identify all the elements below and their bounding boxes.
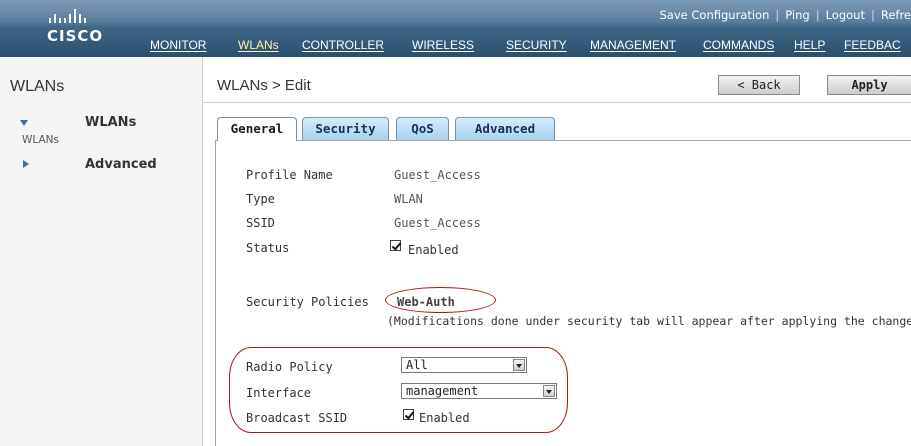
- back-button[interactable]: < Back: [718, 75, 800, 95]
- save-configuration-link[interactable]: Save Configuration: [660, 8, 770, 22]
- tab-general[interactable]: General: [217, 117, 297, 141]
- security-policies-label: Security Policies: [246, 295, 369, 309]
- cisco-logo-text: CISCO: [47, 27, 104, 45]
- cisco-logo: CISCO: [47, 9, 122, 51]
- ssid-label: SSID: [246, 216, 275, 230]
- sidebar-title: WLANs: [10, 78, 65, 95]
- profile-name-label: Profile Name: [246, 168, 333, 182]
- nav-monitor[interactable]: MONITOR: [150, 38, 206, 52]
- logout-link[interactable]: Logout: [826, 8, 865, 22]
- highlight-ring-security: [385, 287, 496, 313]
- nav-management[interactable]: MANAGEMENT: [590, 38, 676, 52]
- collapsed-arrow-icon[interactable]: [23, 160, 29, 168]
- apply-button[interactable]: Apply: [827, 75, 911, 95]
- cisco-logo-bars: [49, 9, 122, 23]
- type-label: Type: [246, 192, 275, 206]
- chevron-down-icon[interactable]: [543, 385, 555, 397]
- nav-feedback[interactable]: FEEDBAC: [844, 38, 901, 52]
- broadcast-ssid-label: Broadcast SSID: [246, 411, 348, 425]
- type-value: WLAN: [394, 192, 423, 206]
- tab-qos[interactable]: QoS: [396, 117, 449, 140]
- nav-wlans[interactable]: WLANs: [238, 38, 279, 52]
- broadcast-ssid-enabled-label: Enabled: [419, 411, 470, 425]
- interface-selected-value: management: [406, 384, 479, 398]
- sidebar: WLANs WLANs WLANs Advanced: [0, 57, 203, 446]
- chevron-down-icon[interactable]: [513, 359, 525, 371]
- nav-commands[interactable]: COMMANDS: [703, 38, 774, 52]
- ssid-value: Guest_Access: [394, 216, 481, 230]
- ping-link[interactable]: Ping: [785, 8, 809, 22]
- radio-policy-label: Radio Policy: [246, 360, 333, 374]
- tab-security[interactable]: Security: [302, 117, 389, 140]
- profile-name-value: Guest_Access: [394, 168, 481, 182]
- radio-policy-selected-value: All: [406, 358, 428, 372]
- refresh-link[interactable]: Refre: [881, 8, 911, 22]
- sidebar-item-wlans[interactable]: WLANs: [85, 115, 136, 130]
- top-links: Save Configuration | Ping | Logout | Refre: [659, 8, 911, 22]
- sidebar-subitem-wlans[interactable]: WLANs: [22, 134, 59, 146]
- interface-label: Interface: [246, 386, 312, 400]
- expanded-arrow-icon[interactable]: [20, 120, 28, 126]
- page-title: WLANs > Edit: [217, 77, 311, 94]
- status-label: Status: [246, 241, 290, 255]
- radio-policy-select[interactable]: All: [401, 357, 527, 373]
- broadcast-ssid-enabled-checkbox[interactable]: [403, 409, 414, 420]
- status-enabled-label: Enabled: [408, 243, 459, 257]
- nav-help[interactable]: HELP: [794, 38, 825, 52]
- title-divider: [203, 102, 911, 103]
- nav-wireless[interactable]: WIRELESS: [412, 38, 474, 52]
- status-enabled-checkbox[interactable]: [390, 240, 401, 251]
- top-header: CISCO Save Configuration | Ping | Logout | Ref…: [0, 0, 911, 57]
- nav-security[interactable]: SECURITY: [506, 38, 567, 52]
- nav-controller[interactable]: CONTROLLER: [302, 38, 384, 52]
- tab-advanced[interactable]: Advanced: [455, 117, 555, 140]
- sidebar-item-advanced[interactable]: Advanced: [85, 157, 157, 172]
- security-policies-note: (Modifications done under security tab w…: [387, 314, 911, 328]
- interface-select[interactable]: management: [401, 383, 557, 399]
